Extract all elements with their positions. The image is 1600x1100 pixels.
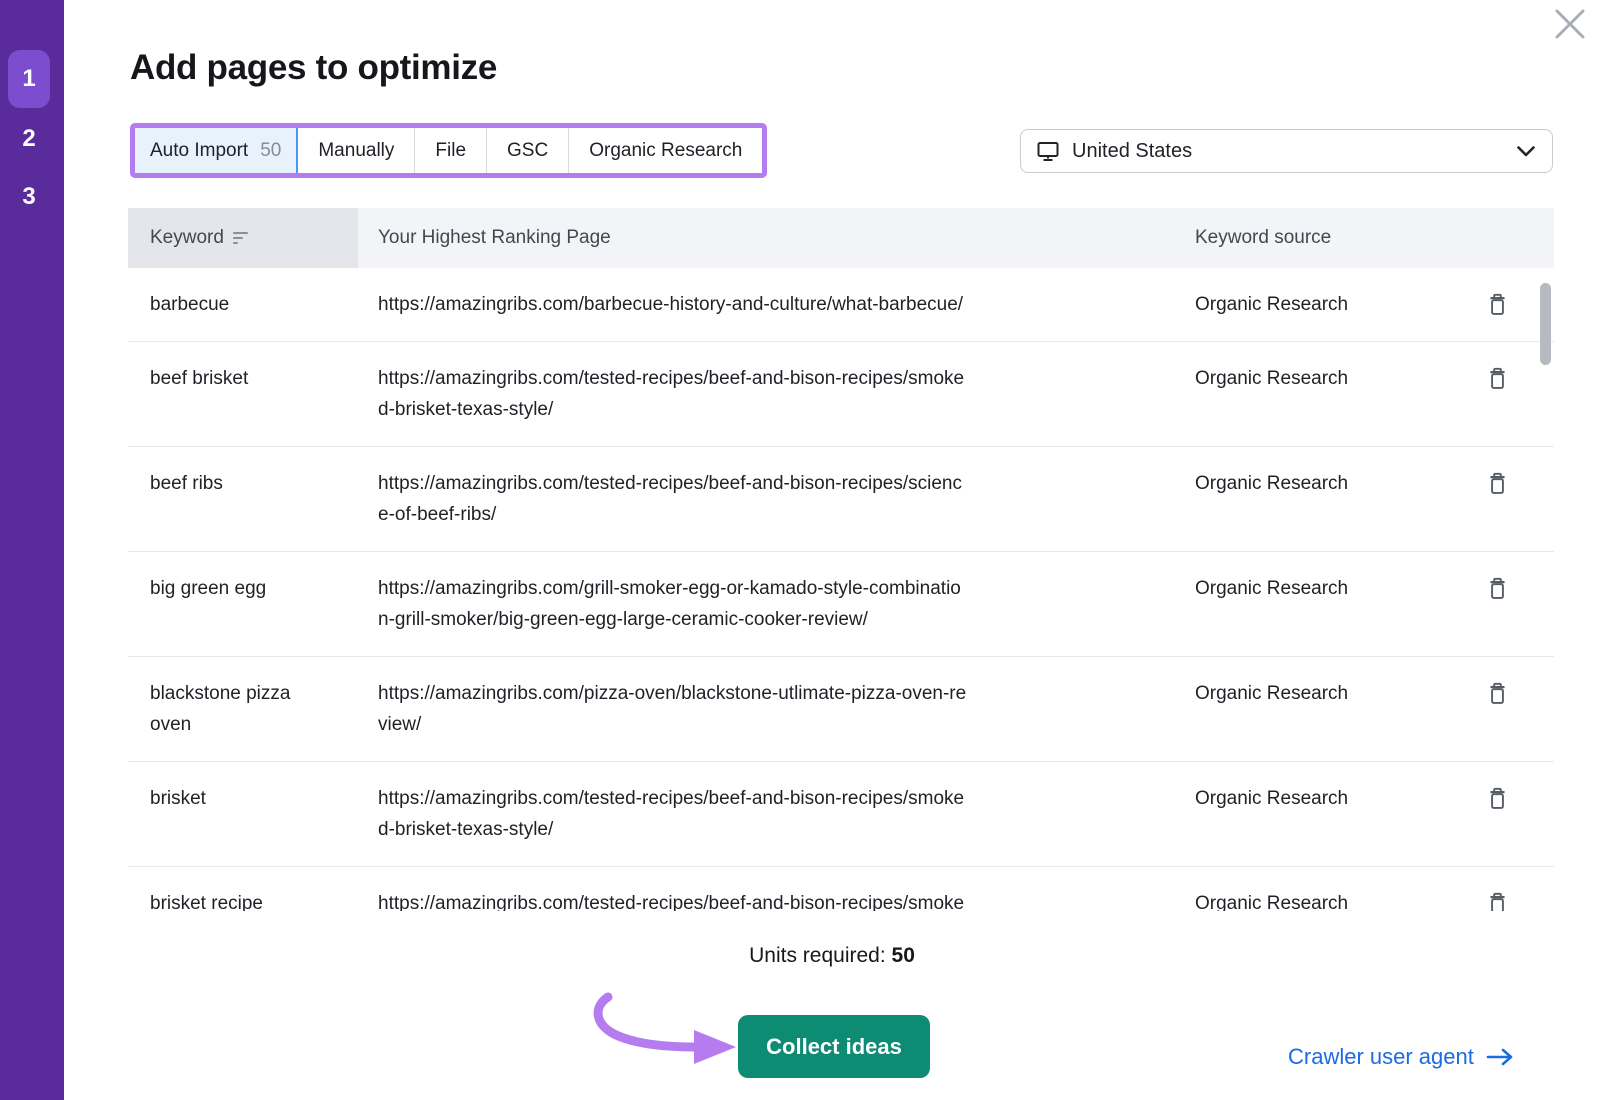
units-required-label: Units required: (749, 944, 886, 967)
delete-row-button[interactable] (1488, 682, 1507, 705)
close-button[interactable] (1550, 4, 1590, 44)
tab-manually[interactable]: Manually (298, 128, 415, 173)
step-2[interactable]: 2 (8, 110, 50, 168)
delete-row-button[interactable] (1488, 472, 1507, 495)
keyword-cell: big green egg (128, 573, 358, 635)
monitor-icon (1037, 141, 1059, 162)
ranking-page-cell: https://amazingribs.com/grill-smoker-egg… (358, 573, 1195, 635)
table-row: blackstone pizza oven https://amazingrib… (128, 657, 1554, 762)
units-required: Units required: 50 (64, 944, 1600, 968)
keyword-source-cell: Organic Research (1195, 678, 1554, 740)
ranking-page-cell: https://amazingribs.com/barbecue-history… (358, 289, 1195, 320)
table-row: brisket recipe https://amazingribs.com/t… (128, 867, 1554, 911)
import-tabs: Auto Import 50 Manually File GSC Organic … (135, 128, 762, 173)
chevron-down-icon (1516, 145, 1536, 158)
units-required-value: 50 (892, 944, 915, 967)
close-icon (1552, 6, 1588, 42)
keyword-cell: beef brisket (128, 363, 358, 425)
country-select-value: United States (1072, 140, 1192, 163)
tab-file[interactable]: File (415, 128, 487, 173)
trash-icon (1488, 682, 1507, 705)
ranking-page-cell: https://amazingribs.com/tested-recipes/b… (358, 783, 1195, 845)
keywords-table: Keyword Your Highest Ranking Page Keywor… (128, 208, 1554, 911)
table-row: brisket https://amazingribs.com/tested-r… (128, 762, 1554, 867)
crawler-user-agent-label: Crawler user agent (1288, 1044, 1474, 1070)
keyword-cell: beef ribs (128, 468, 358, 530)
crawler-user-agent-link[interactable]: Crawler user agent (1288, 1044, 1514, 1070)
delete-row-button[interactable] (1488, 787, 1507, 810)
column-header-keyword[interactable]: Keyword (128, 208, 358, 268)
ranking-page-cell: https://amazingribs.com/tested-recipes/b… (358, 468, 1195, 530)
keyword-source-cell: Organic Research (1195, 783, 1554, 845)
trash-icon (1488, 472, 1507, 495)
column-header-source: Keyword source (1195, 208, 1554, 268)
tab-organic-research[interactable]: Organic Research (569, 128, 762, 173)
keyword-cell: brisket recipe (128, 888, 358, 911)
table-scrollbar-thumb[interactable] (1540, 283, 1551, 365)
step-3[interactable]: 3 (8, 168, 50, 226)
tab-gsc[interactable]: GSC (487, 128, 569, 173)
column-header-keyword-label: Keyword (150, 227, 224, 249)
tab-auto-import-label: Auto Import (150, 140, 248, 161)
table-row: big green egg https://amazingribs.com/gr… (128, 552, 1554, 657)
add-pages-modal: 1 2 3 Add pages to optimize Auto Import 5… (0, 0, 1600, 1100)
sort-descending-icon (233, 232, 248, 245)
table-row: beef brisket https://amazingribs.com/tes… (128, 342, 1554, 447)
delete-row-button[interactable] (1488, 577, 1507, 600)
keyword-source-cell: Organic Research (1195, 289, 1554, 320)
column-header-page: Your Highest Ranking Page (358, 208, 1195, 268)
table-row: barbecue https://amazingribs.com/barbecu… (128, 268, 1554, 342)
trash-icon (1488, 293, 1507, 316)
trash-icon (1488, 367, 1507, 390)
trash-icon (1488, 577, 1507, 600)
keyword-source-cell: Organic Research (1195, 573, 1554, 635)
ranking-page-cell: https://amazingribs.com/pizza-oven/black… (358, 678, 1195, 740)
keyword-source-cell: Organic Research (1195, 888, 1554, 911)
table-header: Keyword Your Highest Ranking Page Keywor… (128, 208, 1554, 268)
delete-row-button[interactable] (1488, 892, 1507, 911)
ranking-page-cell: https://amazingribs.com/tested-recipes/b… (358, 888, 1195, 911)
delete-row-button[interactable] (1488, 367, 1507, 390)
delete-row-button[interactable] (1488, 293, 1507, 316)
step-1[interactable]: 1 (8, 50, 50, 108)
keyword-cell: barbecue (128, 289, 358, 320)
stepper-sidebar: 1 2 3 (0, 0, 64, 1100)
keyword-source-cell: Organic Research (1195, 363, 1554, 425)
keyword-source-cell: Organic Research (1195, 468, 1554, 530)
tabs-annotation-highlight: Auto Import 50 Manually File GSC Organic … (130, 123, 767, 178)
tab-auto-import[interactable]: Auto Import 50 (135, 128, 298, 173)
arrow-right-icon (1486, 1048, 1514, 1066)
page-title: Add pages to optimize (130, 48, 497, 88)
trash-icon (1488, 787, 1507, 810)
trash-icon (1488, 892, 1507, 911)
country-select[interactable]: United States (1020, 129, 1553, 173)
keyword-cell: blackstone pizza oven (128, 678, 358, 740)
table-body: barbecue https://amazingribs.com/barbecu… (128, 268, 1554, 911)
table-row: beef ribs https://amazingribs.com/tested… (128, 447, 1554, 552)
annotation-arrow (584, 986, 744, 1066)
keyword-cell: brisket (128, 783, 358, 845)
collect-ideas-button[interactable]: Collect ideas (738, 1015, 930, 1078)
tab-auto-import-count: 50 (260, 140, 281, 161)
ranking-page-cell: https://amazingribs.com/tested-recipes/b… (358, 363, 1195, 425)
